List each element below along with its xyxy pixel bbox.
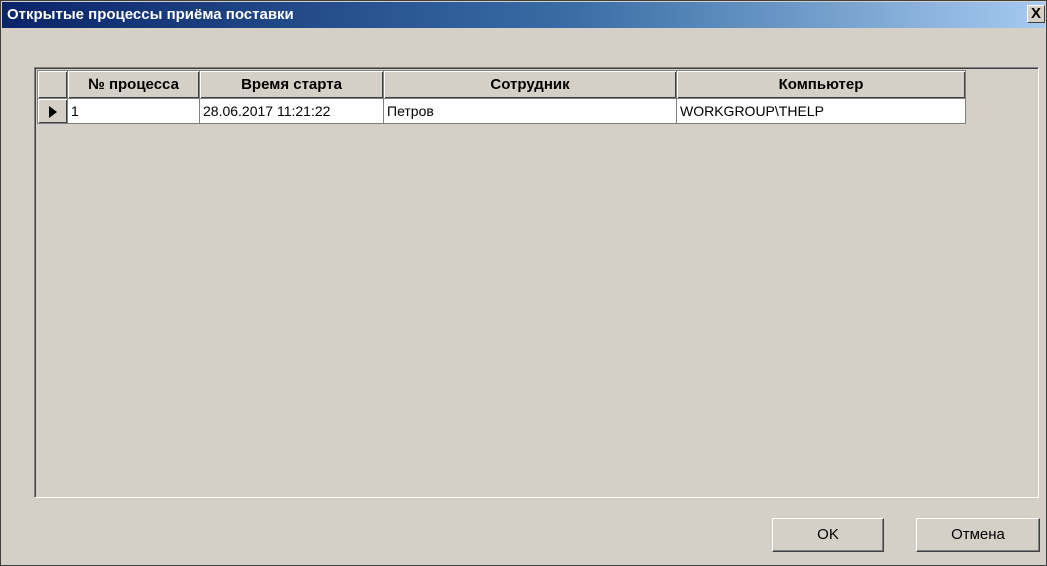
window-title: Открытые процессы приёма поставки	[7, 6, 294, 23]
cell-computer[interactable]: WORKGROUP\THELP	[676, 98, 966, 124]
cell-start-time[interactable]: 28.06.2017 11:21:22	[199, 98, 384, 124]
title-bar[interactable]: Открытые процессы приёма поставки X	[2, 2, 1045, 28]
close-icon: X	[1030, 5, 1041, 22]
close-button[interactable]: X	[1027, 5, 1045, 23]
dialog-window: Открытые процессы приёма поставки X № пр…	[0, 0, 1047, 566]
table-row[interactable]: 1 28.06.2017 11:21:22 Петров WORKGROUP\T…	[37, 98, 966, 124]
cancel-button[interactable]: Отмена	[916, 518, 1040, 552]
column-header-start-time[interactable]: Время старта	[199, 70, 384, 99]
header-row: № процесса Время старта Сотрудник Компью…	[37, 70, 966, 99]
column-header-computer[interactable]: Компьютер	[676, 70, 966, 99]
process-table: № процесса Время старта Сотрудник Компью…	[37, 70, 966, 124]
column-header-employee[interactable]: Сотрудник	[383, 70, 677, 99]
row-indicator	[37, 98, 68, 124]
ok-button[interactable]: OK	[772, 518, 884, 552]
process-grid[interactable]: № процесса Время старта Сотрудник Компью…	[34, 67, 1039, 498]
cell-process-no[interactable]: 1	[67, 98, 200, 124]
cell-employee[interactable]: Петров	[383, 98, 677, 124]
column-header-process-no[interactable]: № процесса	[67, 70, 200, 99]
current-row-arrow-icon	[48, 106, 57, 119]
indicator-header	[37, 70, 68, 99]
